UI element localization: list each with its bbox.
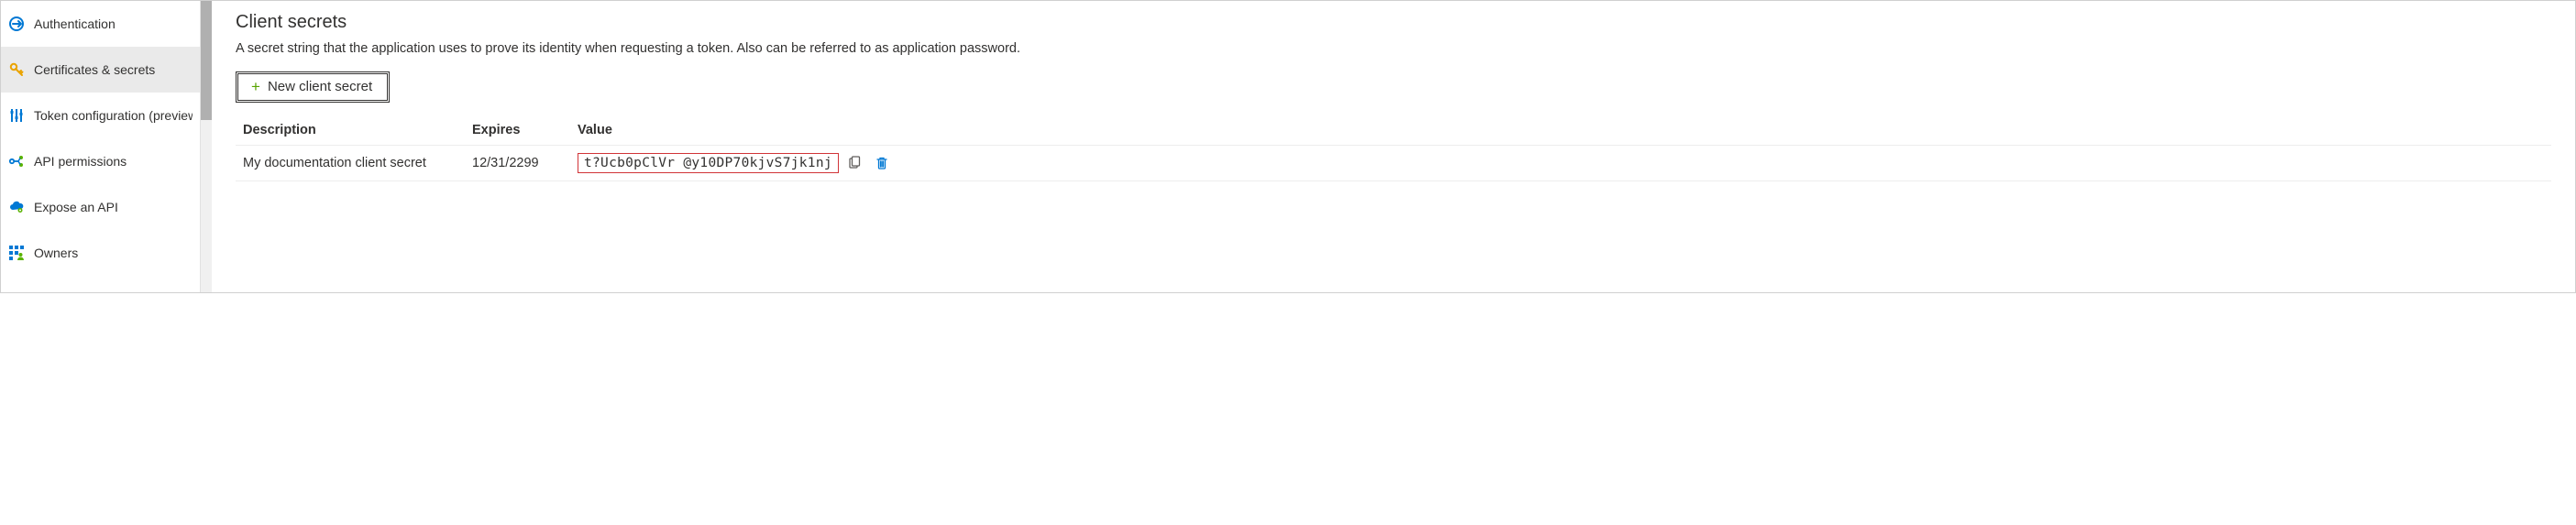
plus-icon: + (251, 78, 260, 96)
sidebar-item-label: API permissions (34, 154, 127, 169)
column-header-value: Value (578, 123, 2544, 137)
cell-description: My documentation client secret (243, 156, 472, 170)
sidebar-item-certificates-secrets[interactable]: Certificates & secrets (1, 47, 200, 93)
main-content: Client secrets A secret string that the … (212, 1, 2575, 292)
column-header-expires: Expires (472, 123, 578, 137)
section-description: A secret string that the application use… (236, 40, 2551, 59)
secrets-table: Description Expires Value My documentati… (236, 115, 2551, 181)
sidebar-item-api-permissions[interactable]: API permissions (1, 138, 200, 184)
sidebar-item-label: Authentication (34, 16, 116, 31)
cell-value-redacted: t?Ucb0pClVr @y10DP70kjvS7jk1nj (578, 153, 839, 173)
cell-expires: 12/31/2299 (472, 156, 578, 170)
table-header-row: Description Expires Value (236, 115, 2551, 146)
section-title: Client secrets (236, 12, 2551, 33)
copy-value-button[interactable] (846, 155, 863, 171)
new-client-secret-button[interactable]: + New client secret (236, 71, 390, 103)
sliders-icon (8, 107, 25, 124)
api-perm-icon (8, 153, 25, 170)
sidebar-item-expose-api[interactable]: Expose an API (1, 184, 200, 230)
grid-person-icon (8, 245, 25, 261)
sidebar-item-label: Certificates & secrets (34, 62, 155, 77)
key-icon (8, 61, 25, 78)
cloud-gear-icon (8, 199, 25, 215)
delete-secret-button[interactable] (874, 155, 890, 171)
column-header-description: Description (243, 123, 472, 137)
sidebar-item-token-configuration[interactable]: Token configuration (preview) (1, 93, 200, 138)
sidebar-scrollbar[interactable] (201, 1, 212, 292)
sidebar-nav: Authentication Certificates & secrets To… (1, 1, 201, 292)
table-row: My documentation client secret 12/31/229… (236, 146, 2551, 181)
sidebar-item-label: Owners (34, 246, 78, 260)
auth-icon (8, 16, 25, 32)
new-secret-label: New client secret (268, 79, 372, 94)
sidebar-item-label: Expose an API (34, 200, 118, 214)
sidebar-item-label: Token configuration (preview) (34, 108, 193, 123)
sidebar-item-authentication[interactable]: Authentication (1, 1, 200, 47)
sidebar-item-owners[interactable]: Owners (1, 230, 200, 276)
scrollbar-thumb[interactable] (201, 1, 212, 120)
